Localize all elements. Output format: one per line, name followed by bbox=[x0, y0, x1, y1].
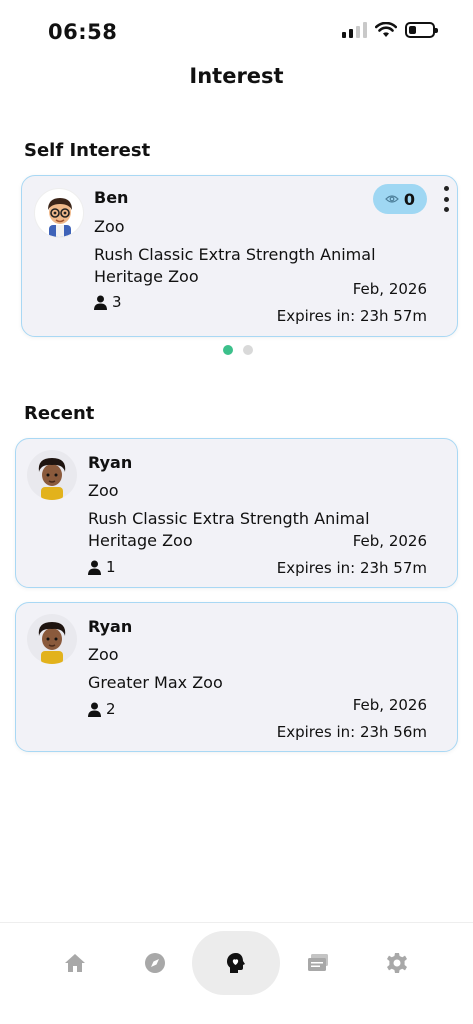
avatar bbox=[27, 614, 77, 664]
self-interest-card[interactable]: Ben Zoo Rush Classic Extra Strength Anim… bbox=[21, 175, 458, 337]
card-description: Rush Classic Extra Strength Animal Herit… bbox=[94, 245, 376, 286]
more-options-icon[interactable] bbox=[443, 186, 449, 212]
wifi-icon bbox=[375, 22, 397, 37]
recent-card[interactable]: Ryan Zoo Rush Classic Extra Strength Ani… bbox=[15, 438, 458, 588]
participant-count: 1 bbox=[88, 558, 116, 576]
tab-tickets[interactable] bbox=[274, 931, 362, 995]
status-time: 06:58 bbox=[48, 20, 118, 44]
boy-avatar-icon bbox=[38, 622, 66, 664]
card-date: Feb, 2026 bbox=[352, 696, 427, 714]
gear-icon bbox=[387, 953, 407, 973]
card-category: Zoo bbox=[88, 481, 119, 500]
participant-count-value: 1 bbox=[106, 558, 116, 576]
tab-explore[interactable] bbox=[111, 931, 199, 995]
status-icons bbox=[342, 22, 438, 38]
views-count: 0 bbox=[403, 189, 416, 209]
page-title: Interest bbox=[189, 64, 284, 88]
eye-icon bbox=[385, 195, 399, 203]
section-heading-self-interest: Self Interest bbox=[24, 140, 151, 161]
card-category: Zoo bbox=[88, 645, 119, 664]
battery-icon bbox=[405, 22, 438, 38]
card-category: Zoo bbox=[94, 217, 125, 236]
card-name: Ben bbox=[94, 188, 129, 207]
boy-avatar-icon bbox=[38, 458, 66, 500]
card-expires: Expires in: 23h 57m bbox=[276, 559, 427, 577]
section-heading-recent: Recent bbox=[24, 403, 95, 424]
home-icon bbox=[65, 954, 85, 972]
person-icon bbox=[88, 560, 101, 575]
card-description: Rush Classic Extra Strength Animal Herit… bbox=[88, 509, 370, 550]
views-badge[interactable]: 0 bbox=[373, 184, 427, 214]
card-date: Feb, 2026 bbox=[352, 532, 427, 550]
boy-avatar-icon bbox=[48, 198, 72, 237]
cellular-signal-icon bbox=[342, 22, 367, 38]
card-date: Feb, 2026 bbox=[352, 280, 427, 298]
tab-settings[interactable] bbox=[353, 931, 441, 995]
card-expires: Expires in: 23h 57m bbox=[276, 307, 427, 325]
card-name: Ryan bbox=[88, 453, 133, 472]
participant-count: 3 bbox=[94, 293, 122, 311]
person-icon bbox=[94, 295, 107, 310]
card-expires: Expires in: 23h 56m bbox=[276, 723, 427, 741]
avatar bbox=[27, 450, 77, 500]
recent-card[interactable]: Ryan Zoo Greater Max Zoo 2 Feb, 2026 Exp… bbox=[15, 602, 458, 752]
participant-count-value: 2 bbox=[106, 700, 116, 718]
tab-home[interactable] bbox=[31, 931, 119, 995]
card-name: Ryan bbox=[88, 617, 133, 636]
carousel-pager[interactable] bbox=[223, 345, 253, 355]
participant-count-value: 3 bbox=[112, 293, 122, 311]
tickets-icon bbox=[308, 954, 328, 971]
tab-interest[interactable] bbox=[192, 931, 280, 995]
pager-dot-active[interactable] bbox=[223, 345, 233, 355]
card-description: Greater Max Zoo bbox=[88, 673, 223, 692]
compass-icon bbox=[145, 953, 165, 973]
status-bar: 06:58 bbox=[0, 0, 473, 60]
pager-dot[interactable] bbox=[243, 345, 253, 355]
avatar bbox=[34, 188, 84, 238]
head-heart-icon bbox=[227, 953, 245, 973]
bottom-tab-bar bbox=[0, 922, 473, 1024]
participant-count: 2 bbox=[88, 700, 116, 718]
person-icon bbox=[88, 702, 101, 717]
